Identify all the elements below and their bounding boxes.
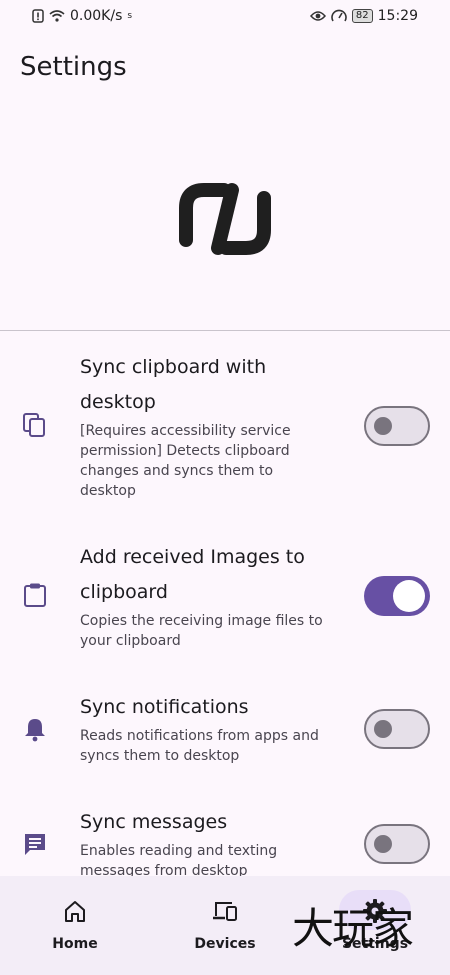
copy-icon xyxy=(23,413,45,437)
sim-alert-icon xyxy=(32,9,44,23)
battery-indicator: 82 xyxy=(351,9,373,23)
toggle-knob xyxy=(374,417,392,435)
add-images-toggle[interactable] xyxy=(364,576,430,616)
eye-icon xyxy=(309,11,326,21)
setting-sync-notifications: Sync notifications Reads notifications f… xyxy=(0,690,450,780)
nav-label: Devices xyxy=(194,936,256,952)
speedometer-icon xyxy=(331,9,347,22)
nav-item-home[interactable]: Home xyxy=(0,876,150,975)
home-icon xyxy=(65,901,85,922)
setting-title: Sync messages xyxy=(80,811,228,833)
status-glyph: s xyxy=(127,11,133,21)
sync-clipboard-toggle[interactable] xyxy=(364,406,430,446)
toggle-knob xyxy=(374,720,392,738)
bell-icon xyxy=(25,719,45,742)
wifi-icon xyxy=(49,10,65,22)
setting-description: Reads notifications from apps and syncs … xyxy=(80,728,319,764)
devices-icon xyxy=(213,902,237,921)
clock: 15:29 xyxy=(377,8,418,24)
sync-messages-toggle[interactable] xyxy=(364,824,430,864)
setting-add-images: Add received Images to clipboard Copies … xyxy=(0,540,450,660)
page-title: Settings xyxy=(20,52,127,82)
setting-description: Enables reading and texting messages fro… xyxy=(80,843,278,879)
sync-notifications-toggle[interactable] xyxy=(364,709,430,749)
setting-title: Sync clipboard with desktop xyxy=(80,356,267,413)
watermark: 大玩家 xyxy=(292,904,414,953)
toggle-knob xyxy=(393,580,425,612)
nav-label: Home xyxy=(52,936,98,952)
message-icon xyxy=(25,834,45,855)
toggle-knob xyxy=(374,835,392,853)
setting-description: Copies the receiving image files to your… xyxy=(80,613,323,649)
setting-title: Add received Images to clipboard xyxy=(80,546,305,603)
status-bar-right: 82 15:29 xyxy=(309,8,418,24)
setting-title: Sync notifications xyxy=(80,696,249,718)
network-speed: 0.00K/s xyxy=(70,8,123,24)
setting-sync-clipboard: Sync clipboard with desktop [Requires ac… xyxy=(0,350,450,510)
clipboard-icon xyxy=(24,583,46,607)
status-bar-left: 0.00K/s s xyxy=(32,8,132,24)
divider xyxy=(0,330,450,331)
setting-description: [Requires accessibility service permissi… xyxy=(80,423,291,499)
nav-item-devices[interactable]: Devices xyxy=(150,876,300,975)
app-logo xyxy=(179,183,271,255)
status-bar: 0.00K/s s 82 15:29 xyxy=(0,0,450,32)
